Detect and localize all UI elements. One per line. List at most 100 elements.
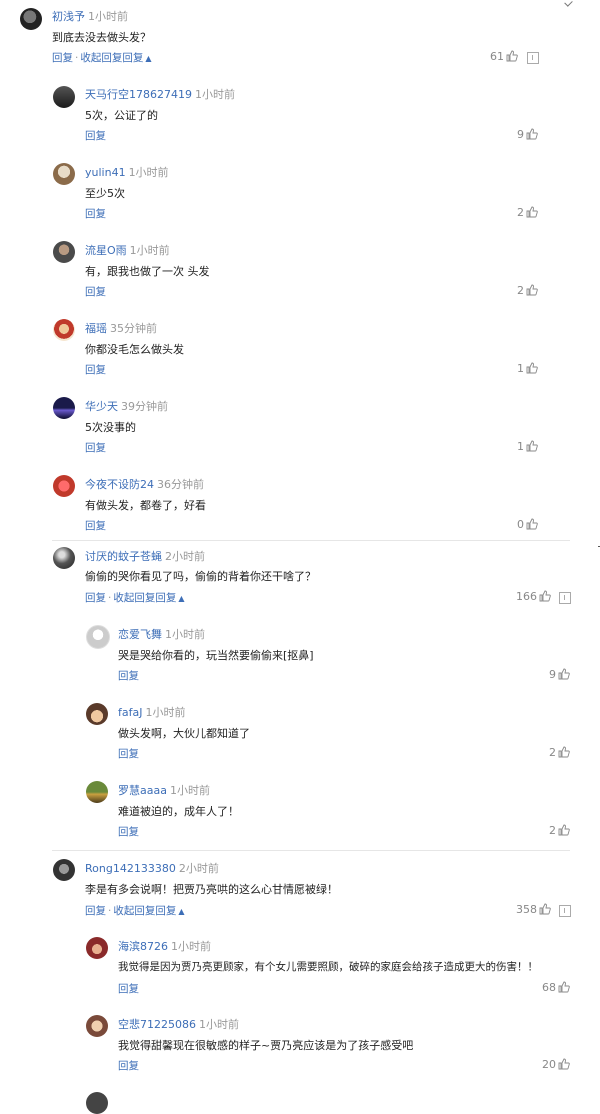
- reply-button[interactable]: 回复: [155, 592, 176, 604]
- avatar[interactable]: [53, 475, 75, 497]
- like-count: 1: [517, 440, 524, 453]
- reply-button[interactable]: 回复: [118, 1060, 139, 1072]
- comment-text: 5次没事的: [85, 421, 136, 434]
- avatar[interactable]: [86, 1015, 108, 1037]
- like-button[interactable]: 9: [522, 668, 570, 681]
- comment-author[interactable]: 恋爱飞舞: [118, 628, 162, 641]
- comment-author[interactable]: 华少天: [85, 400, 118, 413]
- like-button[interactable]: 1: [490, 362, 538, 375]
- thumbs-up-icon: [558, 668, 570, 680]
- like-count: 2: [549, 824, 556, 837]
- report-icon[interactable]: [559, 905, 571, 917]
- comment-text: 李是有多会说啊！把贾乃亮哄的这么心甘情愿被绿！: [85, 883, 338, 896]
- comment-author[interactable]: fafaJ: [118, 706, 142, 719]
- reply-button[interactable]: 回复: [85, 520, 106, 532]
- comment-text: 做头发啊，大伙儿都知道了: [118, 727, 250, 740]
- avatar[interactable]: [86, 937, 108, 959]
- avatar[interactable]: [86, 625, 110, 649]
- avatar[interactable]: [53, 241, 75, 263]
- like-button[interactable]: 20: [522, 1058, 570, 1071]
- comment-author[interactable]: 空悲71225086: [118, 1018, 196, 1031]
- comment-text: 难道被迫的，成年人了！: [118, 805, 239, 818]
- avatar[interactable]: [53, 86, 75, 108]
- comment-text: 偷偷的哭你看见了吗，偷偷的背着你还干啥了？: [85, 570, 316, 583]
- like-button[interactable]: 1: [490, 440, 538, 453]
- like-button[interactable]: 0: [490, 518, 538, 531]
- comment-text: 哭是哭给你看的，玩当然要偷偷来[抠鼻]: [118, 649, 314, 662]
- avatar[interactable]: [86, 781, 108, 803]
- thumbs-up-icon: [539, 903, 551, 915]
- comment-time: 35分钟前: [110, 322, 157, 335]
- reply-button[interactable]: 回复: [118, 983, 139, 995]
- like-count: 2: [517, 206, 524, 219]
- like-button[interactable]: 68: [522, 981, 570, 994]
- reply-button[interactable]: 回复: [85, 905, 106, 917]
- like-count: 61: [490, 50, 504, 63]
- like-button[interactable]: 61: [470, 50, 518, 63]
- comment-author[interactable]: 流星O雨: [85, 244, 127, 257]
- comment-text: 5次，公证了的: [85, 109, 158, 122]
- thumbs-up-icon: [526, 362, 538, 374]
- like-button[interactable]: 358: [500, 903, 551, 916]
- comment-author[interactable]: 初浅予: [52, 10, 85, 23]
- reply-button[interactable]: 回复: [118, 826, 139, 838]
- like-button[interactable]: 9: [490, 128, 538, 141]
- avatar[interactable]: [53, 859, 75, 881]
- reply-button[interactable]: 回复: [122, 52, 143, 64]
- separator: ·: [108, 905, 112, 917]
- avatar[interactable]: [53, 547, 75, 569]
- like-count: 2: [517, 284, 524, 297]
- reply-button[interactable]: 回复: [85, 286, 106, 298]
- like-button[interactable]: 2: [522, 746, 570, 759]
- comment-time: 39分钟前: [121, 400, 168, 413]
- comment-text: 我觉得甜馨现在很敏感的样子~贾乃亮应该是为了孩子感受吧: [118, 1039, 414, 1052]
- comment-author[interactable]: 讨厌的蚊子苍蝇: [85, 550, 162, 563]
- like-button[interactable]: 166: [500, 590, 551, 603]
- like-count: 9: [549, 668, 556, 681]
- reply-button[interactable]: 回复: [85, 130, 106, 142]
- reply-button[interactable]: 回复: [85, 208, 106, 220]
- scroll-corner-mark: [564, 0, 573, 7]
- reply-button[interactable]: 回复: [118, 748, 139, 760]
- comment-author[interactable]: yulin41: [85, 166, 126, 179]
- avatar[interactable]: [86, 703, 108, 725]
- comment-time: 1小时前: [199, 1018, 239, 1031]
- comment-time: 1小时前: [171, 940, 211, 953]
- reply-button[interactable]: 回复: [85, 364, 106, 376]
- caret-up-icon: ▲: [145, 54, 152, 63]
- collapse-replies-button[interactable]: 收起回复: [113, 905, 155, 917]
- comment-text: 我觉得是因为贾乃亮更顾家，有个女儿需要照顾，破碎的家庭会给孩子造成更大的伤害！！: [118, 961, 538, 973]
- comment-author[interactable]: 福瑶: [85, 322, 107, 335]
- divider: [52, 540, 570, 541]
- collapse-replies-button[interactable]: 收起回复: [113, 592, 155, 604]
- reply-button[interactable]: 回复: [118, 670, 139, 682]
- reply-button[interactable]: 回复: [85, 442, 106, 454]
- separator: ·: [108, 592, 112, 604]
- comment-author[interactable]: 天马行空178627419: [85, 88, 192, 101]
- like-count: 20: [542, 1058, 556, 1071]
- comment-author[interactable]: Rong142133380: [85, 862, 176, 875]
- avatar[interactable]: [53, 397, 75, 419]
- avatar[interactable]: [53, 163, 75, 185]
- comment-author[interactable]: 罗慧aaaa: [118, 784, 167, 797]
- thumbs-up-icon: [526, 440, 538, 452]
- comment-time: 1小时前: [128, 166, 169, 179]
- like-count: 166: [516, 590, 537, 603]
- avatar[interactable]: [53, 319, 75, 341]
- thumbs-up-icon: [526, 518, 538, 530]
- like-button[interactable]: 2: [522, 824, 570, 837]
- report-icon[interactable]: [527, 52, 539, 64]
- avatar[interactable]: [86, 1092, 108, 1114]
- report-icon[interactable]: [559, 592, 571, 604]
- like-button[interactable]: 2: [490, 284, 538, 297]
- like-count: 358: [516, 903, 537, 916]
- comment-author[interactable]: 今夜不设防24: [85, 478, 154, 491]
- like-button[interactable]: 2: [490, 206, 538, 219]
- collapse-replies-button[interactable]: 收起回复: [80, 52, 122, 64]
- avatar[interactable]: [20, 8, 42, 30]
- reply-button[interactable]: 回复: [52, 52, 73, 64]
- reply-button[interactable]: 回复: [85, 592, 106, 604]
- comment-author[interactable]: 海滨8726: [118, 940, 168, 953]
- reply-button[interactable]: 回复: [155, 905, 176, 917]
- like-count: 9: [517, 128, 524, 141]
